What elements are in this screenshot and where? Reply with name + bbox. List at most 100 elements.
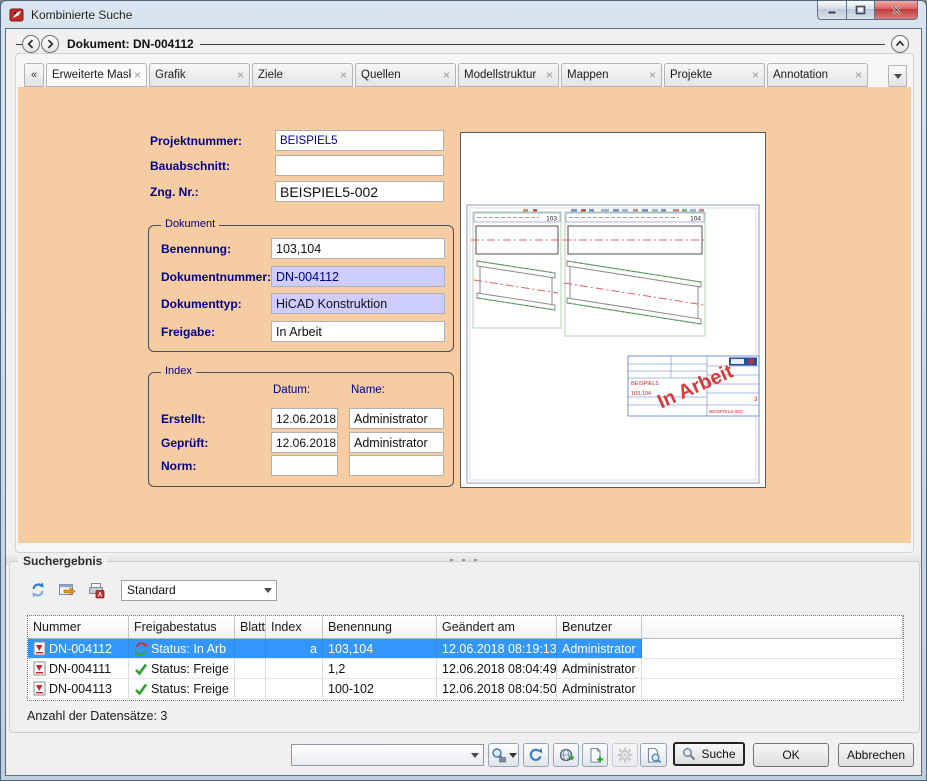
cell-geaendert-am: 12.06.2018 08:04:50 xyxy=(437,679,557,698)
tab-label: Ziele xyxy=(258,69,283,81)
settings-button[interactable] xyxy=(612,743,638,767)
drawing-preview[interactable]: 103 xyxy=(460,132,766,488)
tab-annotation[interactable]: Annotation × xyxy=(767,63,868,87)
geprueft-label: Geprüft: xyxy=(161,436,208,450)
cell-blatt xyxy=(235,639,266,658)
next-record-button[interactable] xyxy=(41,35,59,53)
benennung-field[interactable]: 103,104 xyxy=(271,238,445,259)
norm-name-field[interactable] xyxy=(349,455,444,476)
tab-erweiterte-maske[interactable]: Erweiterte Mask× xyxy=(46,63,147,87)
projektnummer-label: Projektnummer: xyxy=(150,134,242,148)
tab-close-icon[interactable]: × xyxy=(443,69,450,81)
column-header-freigabestatus[interactable]: Freigabestatus xyxy=(129,616,235,638)
dokumenttyp-field[interactable]: HiCAD Konstruktion xyxy=(271,293,445,314)
svg-text:A: A xyxy=(98,593,103,599)
tab-mappen[interactable]: Mappen × xyxy=(561,63,662,87)
cell-filler xyxy=(642,679,903,698)
result-view-select[interactable]: Standard xyxy=(121,580,277,601)
chevron-right-icon xyxy=(43,37,57,51)
geprueft-name-field[interactable]: Administrator xyxy=(349,432,444,453)
tab-close-icon[interactable]: × xyxy=(340,69,347,81)
minimize-button[interactable] xyxy=(817,1,846,20)
tab-projekte[interactable]: Projekte× xyxy=(664,63,765,87)
tab-quellen[interactable]: Quellen × xyxy=(355,63,456,87)
dokumentnummer-field[interactable]: DN-004112 xyxy=(271,266,445,287)
table-row[interactable]: DN-004113 Status: Freige 100-102 12.06.2… xyxy=(28,679,903,699)
chevron-up-icon xyxy=(893,37,907,51)
dialog-window: Kombinierte Suche Dokument: DN-004112 xyxy=(0,0,927,781)
column-header-blatt[interactable]: Blatt xyxy=(235,616,266,638)
export-results-button[interactable] xyxy=(55,579,79,601)
column-header-nummer[interactable]: Nummer xyxy=(28,616,129,638)
close-button[interactable] xyxy=(875,1,918,20)
window-title: Kombinierte Suche xyxy=(31,8,132,22)
maximize-icon xyxy=(855,5,866,15)
erstellt-datum-field[interactable]: 12.06.2018 xyxy=(271,408,338,429)
column-header-geaendert-am[interactable]: Geändert am xyxy=(437,616,557,638)
bauabschnitt-field[interactable] xyxy=(275,155,444,176)
previous-record-button[interactable] xyxy=(22,35,40,53)
suchergebnis-groupbox: Suchergebnis xyxy=(9,561,920,733)
abbrechen-button-label: Abbrechen xyxy=(847,748,905,762)
tab-close-icon[interactable]: × xyxy=(237,69,244,81)
ok-button[interactable]: OK xyxy=(753,743,829,767)
zng-nr-label: Zng. Nr.: xyxy=(150,185,199,199)
tab-label: Erweiterte Mask xyxy=(52,69,131,81)
zng-nr-field[interactable]: BEISPIEL5-002 xyxy=(275,181,444,202)
tab-close-icon[interactable]: × xyxy=(752,69,759,81)
norm-label: Norm: xyxy=(161,459,196,473)
dokument-groupbox: Dokument Benennung: 103,104 Dokumentnumm… xyxy=(148,225,454,352)
freigabe-field[interactable]: In Arbeit xyxy=(271,321,445,342)
search-icon xyxy=(682,747,696,761)
search-mask-form: Projektnummer: BEISPIEL5 Bauabschnitt: Z… xyxy=(18,87,911,543)
globe-new-icon xyxy=(558,747,575,764)
preview-document-button[interactable] xyxy=(640,743,667,767)
tab-scroll-left-button[interactable]: « xyxy=(24,63,44,87)
combo-dropdown-button[interactable] xyxy=(259,581,276,600)
tab-label: Quellen xyxy=(361,69,401,81)
tab-close-icon[interactable]: × xyxy=(855,69,862,81)
geprueft-datum-field[interactable]: 12.06.2018 xyxy=(271,432,338,453)
suche-button[interactable]: Suche xyxy=(673,742,745,766)
name-column-header: Name: xyxy=(351,384,385,396)
abbrechen-button[interactable]: Abbrechen xyxy=(838,743,914,767)
export-window-icon xyxy=(58,581,76,599)
tab-close-icon[interactable]: × xyxy=(546,69,553,81)
column-header-benutzer[interactable]: Benutzer xyxy=(557,616,642,638)
column-header-index[interactable]: Index xyxy=(266,616,323,638)
collapse-panel-button[interactable] xyxy=(891,35,909,53)
tab-overflow-button[interactable] xyxy=(888,65,907,87)
suche-button-label: Suche xyxy=(701,747,735,761)
table-row[interactable]: DN-004112 Status: In Arb a 103,104 12.06… xyxy=(28,639,903,659)
new-document-button[interactable] xyxy=(582,743,608,767)
tab-ziele[interactable]: Ziele × xyxy=(252,63,353,87)
save-search-button[interactable] xyxy=(488,743,519,767)
tab-close-icon[interactable]: × xyxy=(649,69,656,81)
freigabe-label: Freigabe: xyxy=(161,325,215,339)
tab-close-icon[interactable]: × xyxy=(134,69,141,81)
maximize-button[interactable] xyxy=(846,1,875,20)
tab-label: Mappen xyxy=(567,69,609,81)
app-icon xyxy=(9,7,25,23)
status-released-icon xyxy=(134,662,148,676)
document-search-icon xyxy=(645,747,662,764)
refresh-button[interactable] xyxy=(523,743,549,767)
refresh-results-button[interactable] xyxy=(26,579,50,601)
print-results-button[interactable]: A xyxy=(84,579,108,601)
saved-search-select[interactable] xyxy=(291,744,484,766)
new-search-button[interactable] xyxy=(553,743,579,767)
projektnummer-field[interactable]: BEISPIEL5 xyxy=(275,130,444,151)
cell-filler xyxy=(642,659,903,678)
index-groupbox: Index Datum: Name: Erstellt: 12.06.2018 … xyxy=(148,372,454,487)
status-released-icon xyxy=(134,682,148,696)
tab-modellstruktur[interactable]: Modellstruktur× xyxy=(458,63,559,87)
dokumenttyp-label: Dokumenttyp: xyxy=(161,297,242,311)
erstellt-name-field[interactable]: Administrator xyxy=(349,408,444,429)
tab-grafik[interactable]: Grafik× xyxy=(149,63,250,87)
titlebar[interactable]: Kombinierte Suche xyxy=(1,1,926,28)
table-row[interactable]: DN-004111 Status: Freige 1,2 12.06.2018 … xyxy=(28,659,903,679)
column-header-benennung[interactable]: Benennung xyxy=(323,616,437,638)
norm-datum-field[interactable] xyxy=(271,455,338,476)
combo-dropdown-button[interactable] xyxy=(466,745,483,765)
tab-label: Annotation xyxy=(773,69,828,81)
